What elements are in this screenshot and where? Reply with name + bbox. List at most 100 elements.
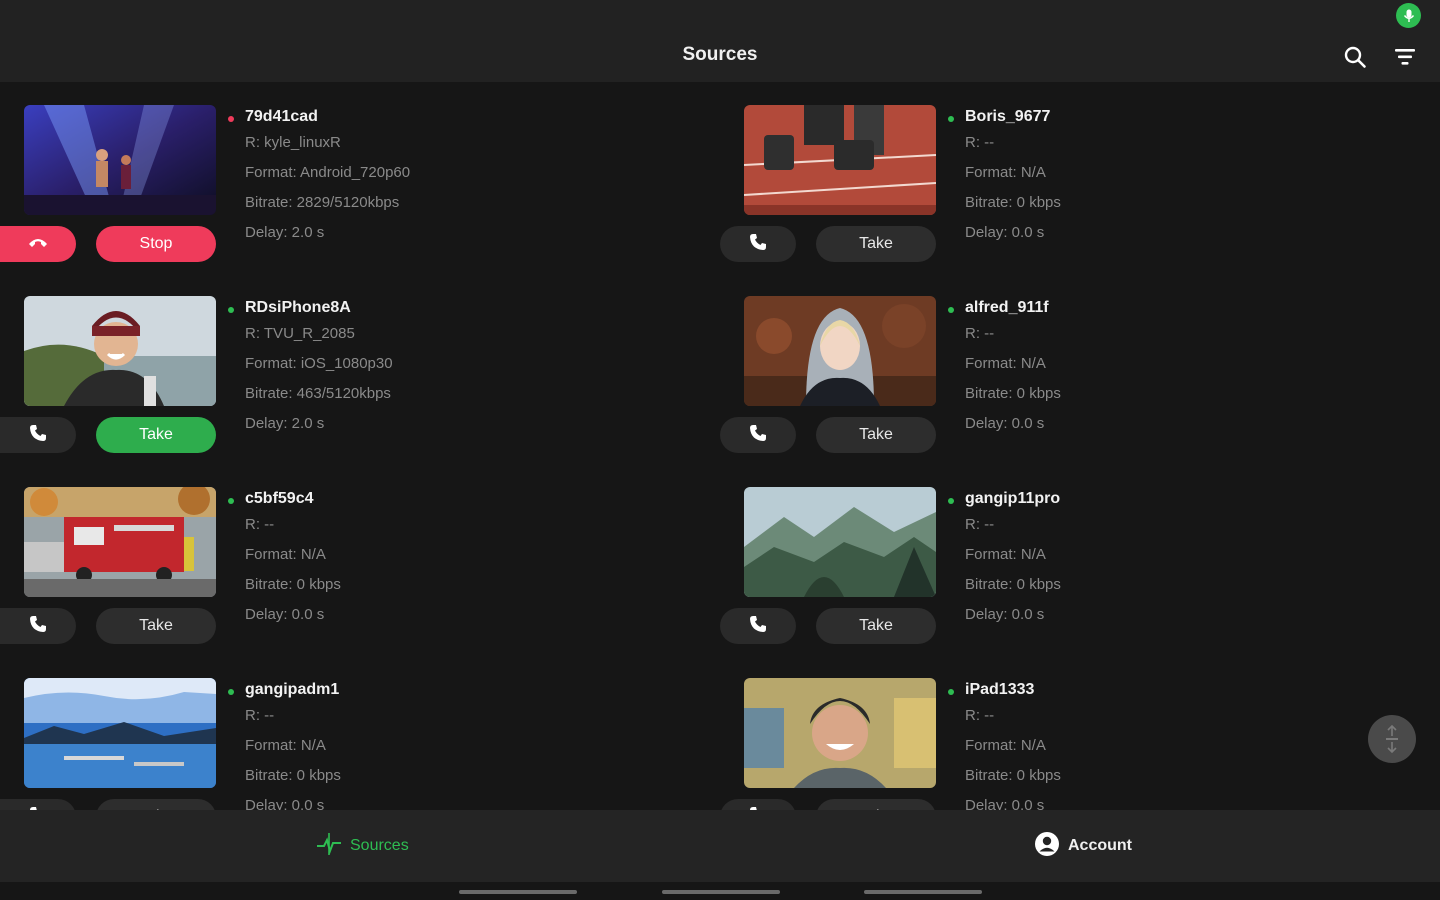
source-thumbnail[interactable] bbox=[24, 105, 216, 215]
source-thumbnail[interactable] bbox=[744, 105, 936, 215]
nav-sources[interactable]: Sources bbox=[316, 832, 409, 860]
source-bitrate: Bitrate: 0 kbps bbox=[965, 576, 1061, 593]
source-format: Format: N/A bbox=[965, 546, 1046, 563]
call-button[interactable] bbox=[720, 226, 796, 262]
system-nav-handle bbox=[459, 890, 577, 894]
source-name: iPad1333 bbox=[965, 681, 1035, 698]
source-thumbnail[interactable] bbox=[744, 487, 936, 597]
status-indicator bbox=[948, 498, 954, 504]
scroll-fab-button[interactable] bbox=[1368, 715, 1416, 763]
source-receiver: R: -- bbox=[965, 134, 995, 151]
phone-icon bbox=[749, 233, 767, 256]
phone-icon bbox=[29, 615, 47, 638]
source-bitrate: Bitrate: 463/5120kbps bbox=[245, 385, 391, 402]
hang-up-icon bbox=[28, 235, 48, 253]
system-nav-handle bbox=[662, 890, 780, 894]
take-button[interactable]: Take bbox=[816, 608, 936, 644]
page-title: Sources bbox=[682, 44, 758, 65]
source-name: gangip11pro bbox=[965, 490, 1061, 507]
source-bitrate: Bitrate: 0 kbps bbox=[965, 385, 1061, 402]
source-format: Format: Android_720p60 bbox=[245, 164, 411, 181]
source-bitrate: Bitrate: 0 kbps bbox=[245, 767, 341, 784]
status-indicator bbox=[948, 116, 954, 122]
source-delay: Delay: 0.0 s bbox=[965, 606, 1045, 623]
source-card[interactable]: Take alfred_911f R: -- Format: N/A Bitrate: … bbox=[720, 273, 1420, 453]
source-delay: Delay: 2.0 s bbox=[245, 224, 325, 241]
source-bitrate: Bitrate: 2829/5120kbps bbox=[245, 194, 400, 211]
status-indicator bbox=[228, 498, 234, 504]
take-button[interactable]: Take bbox=[816, 417, 936, 453]
top-app-bar: Sources bbox=[0, 0, 1440, 82]
source-card[interactable]: Take Boris_9677 R: -- Format: N/A Bitrate: 0… bbox=[720, 82, 1420, 262]
source-receiver: R: TVU_R_2085 bbox=[245, 325, 355, 342]
call-button[interactable] bbox=[720, 608, 796, 644]
phone-icon bbox=[749, 424, 767, 447]
status-indicator bbox=[228, 689, 234, 695]
status-indicator bbox=[228, 307, 234, 313]
take-button[interactable]: Take bbox=[96, 799, 216, 810]
source-card[interactable]: Take gangip11pro R: -- Format: N/A Bitrate: … bbox=[720, 464, 1420, 644]
source-format: Format: N/A bbox=[965, 737, 1046, 754]
source-delay: Delay: 0.0 s bbox=[965, 797, 1045, 810]
source-card[interactable]: Stop 79d41cad R: kyle_linuxR Format: Androi… bbox=[0, 82, 700, 262]
source-thumbnail[interactable] bbox=[24, 678, 216, 788]
source-receiver: R: -- bbox=[245, 707, 275, 724]
source-name: alfred_911f bbox=[965, 299, 1049, 316]
sources-icon bbox=[316, 832, 342, 860]
status-indicator bbox=[228, 116, 234, 122]
source-card[interactable]: Take gangipadm1 R: -- Format: N/A Bitrate: 0… bbox=[0, 655, 700, 810]
status-indicator bbox=[948, 689, 954, 695]
source-name: RDsiPhone8A bbox=[245, 299, 351, 316]
call-button[interactable] bbox=[0, 799, 76, 810]
source-delay: Delay: 0.0 s bbox=[245, 606, 325, 623]
source-card[interactable]: Take iPad1333 R: -- Format: N/A Bitrate: 0 k… bbox=[720, 655, 1420, 810]
source-bitrate: Bitrate: 0 kbps bbox=[965, 767, 1061, 784]
account-icon bbox=[1034, 831, 1060, 862]
phone-icon bbox=[29, 424, 47, 447]
source-receiver: R: -- bbox=[965, 325, 995, 342]
stop-button[interactable]: Stop bbox=[96, 226, 216, 262]
source-thumbnail[interactable] bbox=[744, 678, 936, 788]
source-thumbnail[interactable] bbox=[744, 296, 936, 406]
source-receiver: R: -- bbox=[245, 516, 275, 533]
take-button[interactable]: Take bbox=[816, 226, 936, 262]
search-icon[interactable] bbox=[1340, 42, 1370, 72]
source-thumbnail[interactable] bbox=[24, 487, 216, 597]
bottom-navigation: Sources Account bbox=[0, 810, 1440, 882]
system-nav-handle bbox=[864, 890, 982, 894]
source-receiver: R: -- bbox=[965, 516, 995, 533]
call-button[interactable] bbox=[0, 608, 76, 644]
source-delay: Delay: 0.0 s bbox=[965, 415, 1045, 432]
nav-account[interactable]: Account bbox=[1034, 831, 1132, 862]
phone-icon bbox=[749, 615, 767, 638]
source-delay: Delay: 2.0 s bbox=[245, 415, 325, 432]
source-format: Format: N/A bbox=[965, 164, 1046, 181]
take-button[interactable]: Take bbox=[96, 608, 216, 644]
take-button[interactable]: Take bbox=[96, 417, 216, 453]
call-button[interactable] bbox=[720, 799, 796, 810]
source-card[interactable]: Take RDsiPhone8A R: TVU_R_2085 Format: iOS_… bbox=[0, 273, 700, 453]
call-button[interactable] bbox=[720, 417, 796, 453]
source-format: Format: N/A bbox=[245, 546, 326, 563]
nav-sources-label: Sources bbox=[350, 837, 409, 854]
nav-account-label: Account bbox=[1068, 837, 1132, 854]
source-delay: Delay: 0.0 s bbox=[245, 797, 325, 810]
source-format: Format: iOS_1080p30 bbox=[245, 355, 393, 372]
status-indicator bbox=[948, 307, 954, 313]
source-receiver: R: -- bbox=[965, 707, 995, 724]
source-bitrate: Bitrate: 0 kbps bbox=[245, 576, 341, 593]
call-button[interactable] bbox=[0, 417, 76, 453]
take-button[interactable]: Take bbox=[816, 799, 936, 810]
source-delay: Delay: 0.0 s bbox=[965, 224, 1045, 241]
filter-icon[interactable] bbox=[1390, 42, 1420, 72]
source-format: Format: N/A bbox=[245, 737, 326, 754]
source-name: Boris_9677 bbox=[965, 108, 1051, 125]
source-name: c5bf59c4 bbox=[245, 490, 314, 507]
source-list[interactable]: Stop 79d41cad R: kyle_linuxR Format: Androi… bbox=[0, 82, 1440, 810]
source-thumbnail[interactable] bbox=[24, 296, 216, 406]
hang-up-button[interactable] bbox=[0, 226, 76, 262]
source-receiver: R: kyle_linuxR bbox=[245, 134, 341, 151]
source-bitrate: Bitrate: 0 kbps bbox=[965, 194, 1061, 211]
microphone-icon[interactable] bbox=[1396, 3, 1421, 28]
source-card[interactable]: Take c5bf59c4 R: -- Format: N/A Bitrate: 0 k… bbox=[0, 464, 700, 644]
